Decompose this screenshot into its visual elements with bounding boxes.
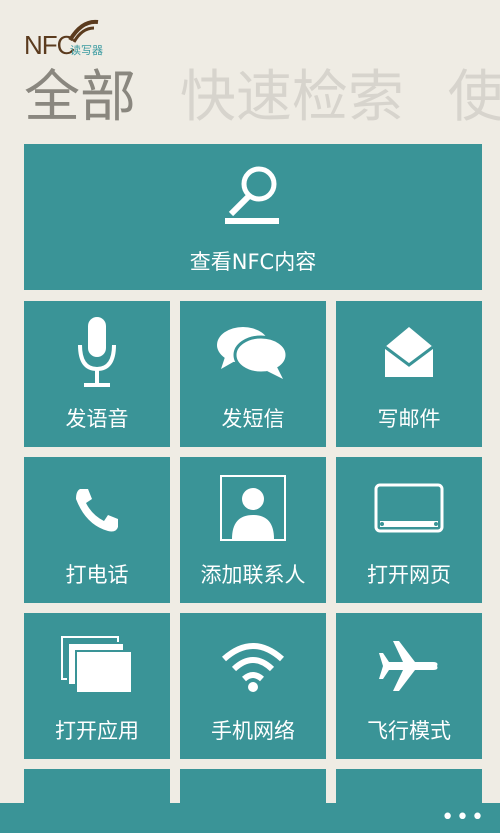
open-webpage-label: 打开网页 bbox=[367, 563, 451, 587]
make-call-tile[interactable]: 打电话 bbox=[24, 457, 170, 603]
pivot-header: 全部 快速检索 使 bbox=[24, 62, 500, 134]
microphone-icon bbox=[78, 317, 116, 387]
send-voice-tile[interactable]: 发语音 bbox=[24, 301, 170, 447]
airplane-mode-label: 飞行模式 bbox=[367, 719, 451, 743]
send-sms-tile[interactable]: 发短信 bbox=[180, 301, 326, 447]
envelope-icon bbox=[384, 327, 434, 377]
airplane-icon bbox=[379, 641, 438, 691]
send-voice-label: 发语音 bbox=[65, 407, 129, 431]
view-nfc-content-label: 查看NFC内容 bbox=[189, 250, 317, 274]
more-options-icon[interactable]: ••• bbox=[441, 807, 486, 829]
send-sms-label: 发短信 bbox=[221, 407, 285, 431]
chat-bubbles-icon bbox=[217, 327, 289, 379]
view-nfc-content-tile[interactable]: 查看NFC内容 bbox=[24, 144, 482, 290]
open-app-tile[interactable]: 打开应用 bbox=[24, 613, 170, 759]
pivot-tab-all[interactable]: 全部 bbox=[24, 65, 136, 130]
mobile-network-label: 手机网络 bbox=[211, 719, 295, 743]
open-app-label: 打开应用 bbox=[55, 719, 139, 743]
write-email-label: 写邮件 bbox=[377, 407, 441, 431]
pivot-tab-usage[interactable]: 使 bbox=[448, 65, 500, 130]
airplane-mode-tile[interactable]: 飞行模式 bbox=[336, 613, 482, 759]
app-bar: ••• bbox=[0, 803, 500, 833]
phone-icon bbox=[76, 489, 118, 532]
logo-subtitle: 读写器 bbox=[70, 44, 103, 57]
wifi-icon bbox=[221, 643, 285, 692]
contact-icon bbox=[220, 475, 286, 541]
add-contact-tile[interactable]: 添加联系人 bbox=[180, 457, 326, 603]
pivot-tab-quick-search[interactable]: 快速检索 bbox=[180, 65, 404, 130]
open-webpage-tile[interactable]: 打开网页 bbox=[336, 457, 482, 603]
search-icon bbox=[225, 166, 279, 224]
app-stack-icon bbox=[61, 636, 133, 694]
add-contact-label: 添加联系人 bbox=[200, 563, 306, 587]
browser-icon bbox=[374, 483, 444, 533]
mobile-network-tile[interactable]: 手机网络 bbox=[180, 613, 326, 759]
write-email-tile[interactable]: 写邮件 bbox=[336, 301, 482, 447]
make-call-label: 打电话 bbox=[65, 563, 129, 587]
